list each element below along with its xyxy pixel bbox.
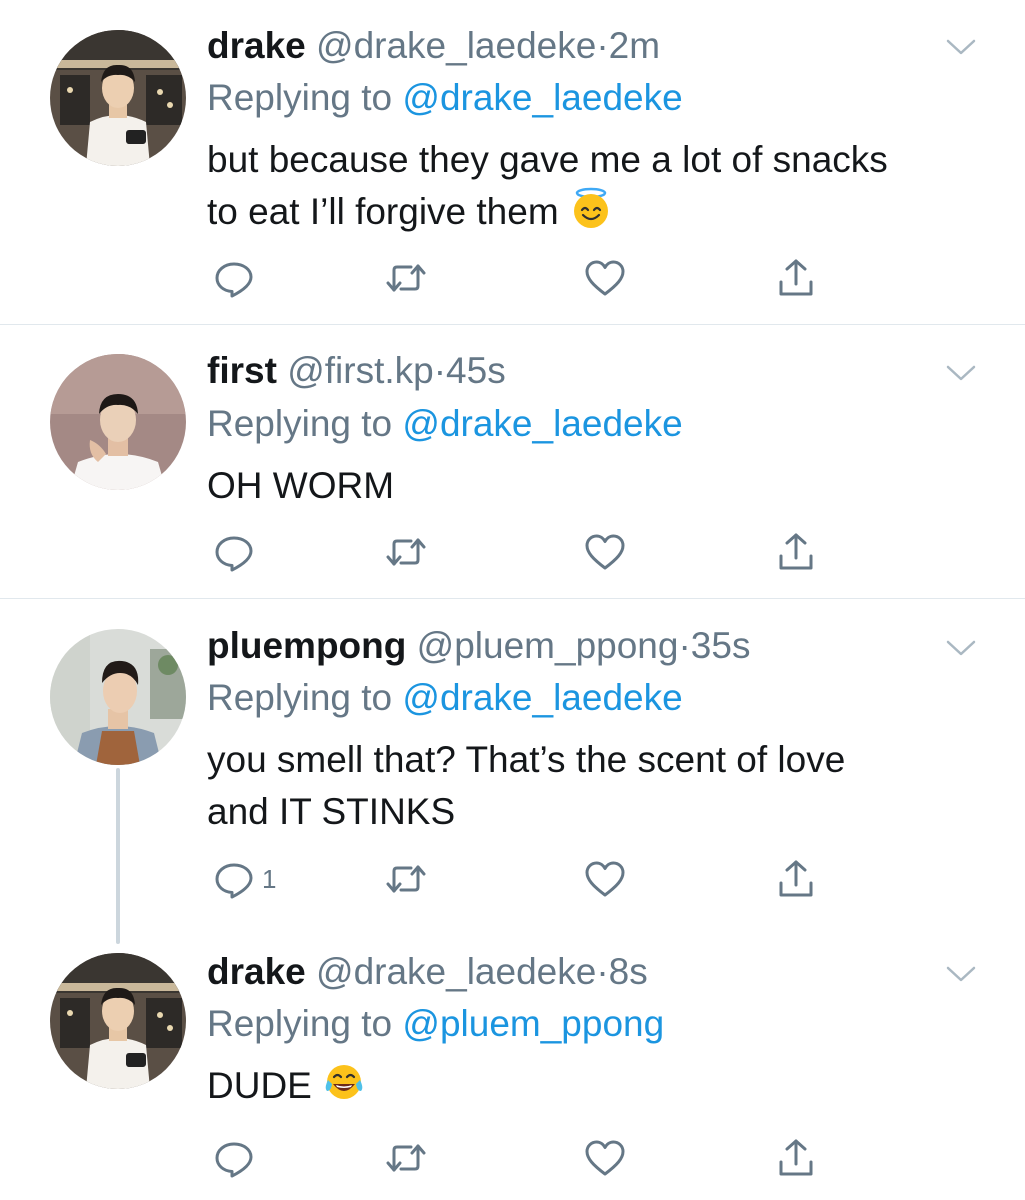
timestamp[interactable]: 8s [609, 951, 648, 992]
share-icon [774, 1136, 818, 1180]
avatar[interactable] [50, 953, 186, 1089]
tweet-text: DUDE [207, 1060, 987, 1112]
reply-button[interactable] [212, 1136, 262, 1180]
tweet-header: pluempong @pluem_ppong·35s [207, 624, 750, 668]
tweet-text-line-with-emoji: to eat I’ll forgive them [207, 186, 987, 238]
share-button[interactable] [774, 1136, 818, 1180]
tweet-text-line: but because they gave me a lot of snacks [207, 139, 888, 180]
tweet-text: OH WORM [207, 460, 987, 512]
tweet-actions [207, 530, 827, 574]
like-button[interactable] [583, 256, 627, 300]
user-handle[interactable]: @pluem_ppong [417, 625, 679, 666]
share-button[interactable] [774, 857, 818, 901]
timestamp[interactable]: 2m [609, 25, 660, 66]
tweet-header: drake @drake_laedeke·8s [207, 950, 648, 994]
reply-icon [212, 1136, 256, 1180]
face-with-tears-of-joy-icon [322, 1060, 366, 1104]
display-name[interactable]: drake [207, 951, 306, 992]
mention-link[interactable]: @drake_laedeke [402, 677, 682, 718]
tweet-text-line: and IT STINKS [207, 791, 456, 832]
display-name[interactable]: first [207, 350, 277, 391]
tweet[interactable]: first @first.kp·45s Replying to @drake_l… [0, 325, 1025, 598]
reply-icon [212, 857, 256, 901]
tweet[interactable]: pluempong @pluem_ppong·35s Replying to @… [0, 599, 1025, 929]
tweet-header: first @first.kp·45s [207, 349, 506, 393]
mention-link[interactable]: @drake_laedeke [402, 77, 682, 118]
tweet-actions [207, 1136, 827, 1180]
tweet-text: you smell that? That’s the scent of love… [207, 734, 987, 838]
replying-to-label: Replying to [207, 1003, 403, 1044]
reply-count: 1 [262, 863, 277, 894]
reply-button[interactable]: 1 [212, 857, 276, 901]
share-button[interactable] [774, 530, 818, 574]
retweet-button[interactable] [384, 530, 428, 574]
reply-button[interactable] [212, 256, 262, 300]
like-button[interactable] [583, 857, 627, 901]
replying-to: Replying to @drake_laedeke [207, 676, 683, 720]
chevron-down-icon[interactable] [944, 35, 978, 59]
user-handle[interactable]: @first.kp [287, 350, 434, 391]
retweet-button[interactable] [384, 857, 428, 901]
user-handle[interactable]: @drake_laedeke [316, 25, 596, 66]
replying-to-label: Replying to [207, 677, 403, 718]
like-icon [583, 256, 627, 300]
like-button[interactable] [583, 1136, 627, 1180]
separator-dot: · [596, 25, 609, 66]
avatar[interactable] [50, 629, 186, 765]
tweet-text-line: OH WORM [207, 465, 395, 506]
tweet-actions: 1 [207, 857, 827, 901]
replying-to: Replying to @drake_laedeke [207, 402, 683, 446]
retweet-icon [384, 857, 428, 901]
tweet-text-line: you smell that? That’s the scent of love [207, 739, 846, 780]
retweet-icon [384, 1136, 428, 1180]
separator-dot: · [596, 951, 609, 992]
retweet-icon [384, 530, 428, 574]
tweet-actions [207, 256, 827, 300]
separator-dot: · [433, 350, 447, 391]
share-icon [774, 256, 818, 300]
replying-to-label: Replying to [207, 77, 403, 118]
share-icon [774, 857, 818, 901]
like-icon [583, 857, 627, 901]
tweet-header: drake @drake_laedeke·2m [207, 24, 660, 68]
chevron-down-icon[interactable] [944, 361, 978, 385]
replying-to: Replying to @pluem_ppong [207, 1002, 664, 1046]
tweet[interactable]: drake @drake_laedeke·2m Replying to @dra… [0, 0, 1025, 324]
retweet-button[interactable] [384, 256, 428, 300]
share-button[interactable] [774, 256, 818, 300]
chevron-down-icon[interactable] [944, 636, 978, 660]
reply-icon [212, 256, 256, 300]
display-name[interactable]: pluempong [207, 625, 406, 666]
chevron-down-icon[interactable] [944, 962, 978, 986]
tweet[interactable]: drake @drake_laedeke·8s Replying to @plu… [0, 929, 1025, 1200]
like-icon [583, 1136, 627, 1180]
replying-to-label: Replying to [207, 403, 403, 444]
tweet-text: but because they gave me a lot of snacks… [207, 134, 987, 238]
tweet-text-line: to eat I’ll forgive them [207, 191, 559, 232]
tweet-text-line: DUDE [207, 1065, 312, 1106]
mention-link[interactable]: @drake_laedeke [402, 403, 682, 444]
timestamp[interactable]: 35s [691, 625, 751, 666]
tweet-text-line-with-emoji: DUDE [207, 1060, 987, 1112]
user-handle[interactable]: @drake_laedeke [316, 951, 596, 992]
replying-to: Replying to @drake_laedeke [207, 76, 683, 120]
retweet-icon [384, 256, 428, 300]
like-button[interactable] [583, 530, 627, 574]
avatar[interactable] [50, 30, 186, 166]
reply-icon [212, 530, 256, 574]
reply-button[interactable] [212, 530, 262, 574]
share-icon [774, 530, 818, 574]
smiling-face-with-halo-icon [569, 186, 613, 230]
avatar[interactable] [50, 354, 186, 490]
display-name[interactable]: drake [207, 25, 306, 66]
retweet-button[interactable] [384, 1136, 428, 1180]
like-icon [583, 530, 627, 574]
separator-dot: · [678, 625, 691, 666]
mention-link[interactable]: @pluem_ppong [402, 1003, 664, 1044]
timestamp[interactable]: 45s [446, 350, 506, 391]
